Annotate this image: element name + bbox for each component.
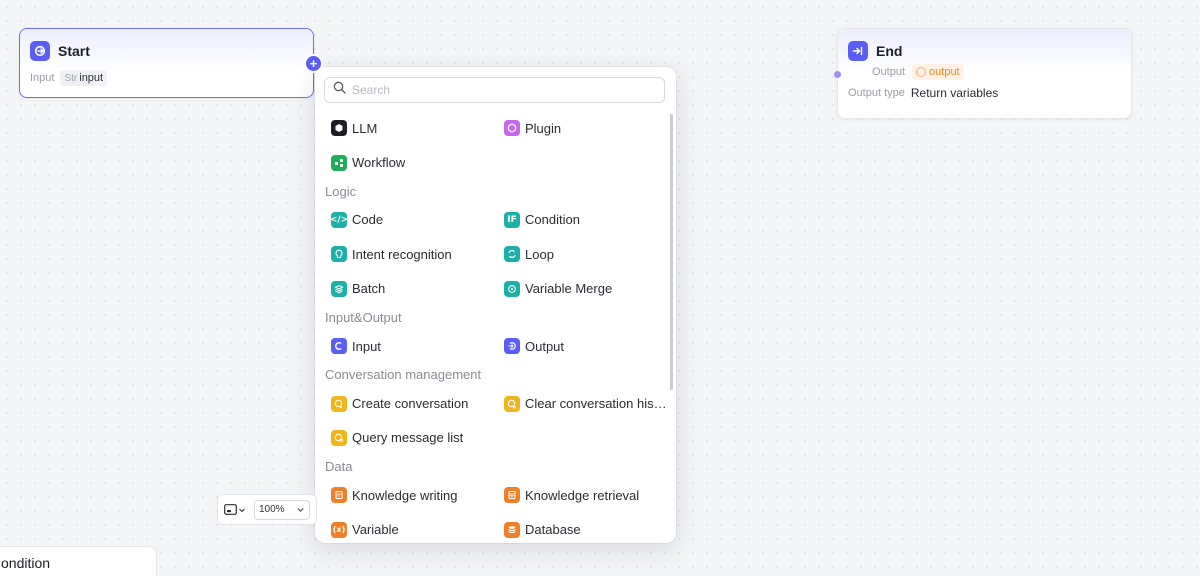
llm-icon xyxy=(331,120,347,137)
canvas-controls: 100% xyxy=(217,494,317,525)
start-node[interactable]: Start Input Str input xyxy=(19,28,314,98)
menu-item-intent-recognition[interactable]: Intent recognition xyxy=(331,237,504,271)
warning-icon xyxy=(916,67,927,77)
menu-item-database[interactable]: Database xyxy=(504,513,676,543)
start-icon xyxy=(30,41,50,61)
start-input-name: input xyxy=(79,72,104,84)
plugin-icon xyxy=(504,120,520,137)
menu-item-loop[interactable]: Loop xyxy=(504,237,676,271)
knowledge-retrieval-icon xyxy=(504,487,520,504)
menu-item-batch[interactable]: Batch xyxy=(331,272,504,306)
minimap-toggle-button[interactable] xyxy=(224,504,246,515)
menu-item-label: Plugin xyxy=(525,120,562,136)
start-input-type: Str xyxy=(64,72,78,84)
search-icon xyxy=(333,81,346,99)
menu-item-output[interactable]: Output xyxy=(504,329,676,363)
menu-item-knowledge-retrieval[interactable]: Knowledge retrieval xyxy=(504,478,676,512)
input-icon xyxy=(331,338,347,355)
variable-merge-icon xyxy=(504,280,520,297)
menu-item-clear-conversation-history[interactable]: Clear conversation his… xyxy=(504,386,676,420)
menu-item-plugin[interactable]: Plugin xyxy=(504,111,676,145)
menu-item-knowledge-writing[interactable]: Knowledge writing xyxy=(331,478,504,512)
start-node-header: Start xyxy=(20,29,313,73)
query-message-icon xyxy=(331,429,347,446)
menu-item-label: LLM xyxy=(352,120,378,136)
intent-icon xyxy=(331,246,347,263)
section-title-data: Data xyxy=(325,459,353,475)
menu-item-workflow[interactable]: Workflow xyxy=(331,145,504,179)
menu-item-label: Output xyxy=(525,338,565,354)
menu-item-llm[interactable]: LLM xyxy=(331,111,504,145)
section-title-logic: Logic xyxy=(325,183,357,199)
menu-item-label: Input xyxy=(352,338,381,354)
end-output-label: Output xyxy=(872,66,906,78)
create-conversation-icon xyxy=(331,395,347,412)
minimap-icon xyxy=(224,504,237,515)
section-title-conversation-management: Conversation management xyxy=(325,367,482,383)
node-type-list: LLM Plugin Workflow Logic </> Code IF Co… xyxy=(315,111,667,543)
start-input-row: Input Str input xyxy=(20,70,313,86)
menu-item-variable-merge[interactable]: Variable Merge xyxy=(504,272,676,306)
clear-conversation-icon xyxy=(504,395,520,412)
loop-icon xyxy=(504,246,520,263)
menu-item-label: Clear conversation his… xyxy=(525,396,667,412)
start-input-tag: Str input xyxy=(60,70,108,86)
menu-item-label: Database xyxy=(525,522,581,538)
menu-item-label: Code xyxy=(352,212,384,228)
output-icon xyxy=(504,338,520,355)
menu-item-input[interactable]: Input xyxy=(331,329,504,363)
end-node-title: End xyxy=(876,43,903,59)
zoom-value: 100% xyxy=(259,504,285,515)
add-node-panel: LLM Plugin Workflow Logic </> Code xyxy=(315,67,676,543)
start-input-label: Input xyxy=(30,72,55,84)
menu-item-label: Knowledge retrieval xyxy=(525,487,640,503)
chevron-down-icon xyxy=(297,507,304,512)
condition-node[interactable]: ondition xyxy=(0,546,157,576)
condition-node-title: ondition xyxy=(1,555,51,571)
search-input[interactable] xyxy=(352,83,652,97)
end-output-type-label: Output type xyxy=(848,87,905,99)
conversation-grid: Create conversation Clear conversation h… xyxy=(315,386,667,455)
menu-item-code[interactable]: </> Code xyxy=(331,203,504,237)
end-output-row: Output output xyxy=(838,64,1131,80)
menu-item-condition[interactable]: IF Condition xyxy=(504,203,676,237)
menu-item-label: Condition xyxy=(525,212,580,228)
end-output-type-row: Output type Return variables xyxy=(838,86,1131,100)
panel-scrollbar[interactable] xyxy=(670,114,673,390)
end-output-name: output xyxy=(929,66,960,78)
knowledge-writing-icon xyxy=(331,487,347,504)
menu-item-variable[interactable]: (x) Variable xyxy=(331,513,504,543)
end-input-handle[interactable] xyxy=(834,71,841,78)
code-icon: </> xyxy=(331,211,348,228)
menu-item-label: Batch xyxy=(352,281,386,297)
data-grid: Knowledge writing Knowledge retrieval (x… xyxy=(315,478,667,543)
menu-item-query-message-list[interactable]: Query message list xyxy=(331,421,504,455)
logic-grid: </> Code IF Condition Intent recognition… xyxy=(315,203,667,306)
input-output-grid: Input Output xyxy=(315,329,667,363)
chevron-down-icon xyxy=(239,508,245,512)
end-icon xyxy=(848,41,868,61)
menu-item-create-conversation[interactable]: Create conversation xyxy=(331,386,504,420)
section-title-input-output: Input&Output xyxy=(325,309,402,325)
menu-item-label: Intent recognition xyxy=(352,246,452,262)
end-node[interactable]: End Output output Output type Return var… xyxy=(837,28,1132,119)
variable-icon: (x) xyxy=(331,521,347,538)
end-output-type-value: Return variables xyxy=(910,86,999,100)
workflow-icon xyxy=(331,154,347,171)
top-items-grid: LLM Plugin Workflow xyxy=(315,111,667,180)
search-box[interactable] xyxy=(324,77,665,103)
menu-item-label: Variable Merge xyxy=(525,281,613,297)
menu-item-label: Workflow xyxy=(352,155,406,171)
start-node-title: Start xyxy=(58,43,90,59)
menu-item-label: Variable xyxy=(352,522,399,538)
zoom-select[interactable]: 100% xyxy=(254,499,310,520)
condition-icon: IF xyxy=(504,211,520,228)
menu-item-label: Query message list xyxy=(352,430,464,446)
batch-icon xyxy=(331,280,347,297)
end-output-tag: output xyxy=(912,64,964,80)
menu-item-label: Create conversation xyxy=(352,396,469,412)
menu-item-label: Loop xyxy=(525,246,554,262)
menu-item-label: Knowledge writing xyxy=(352,487,458,503)
database-icon xyxy=(504,521,520,538)
